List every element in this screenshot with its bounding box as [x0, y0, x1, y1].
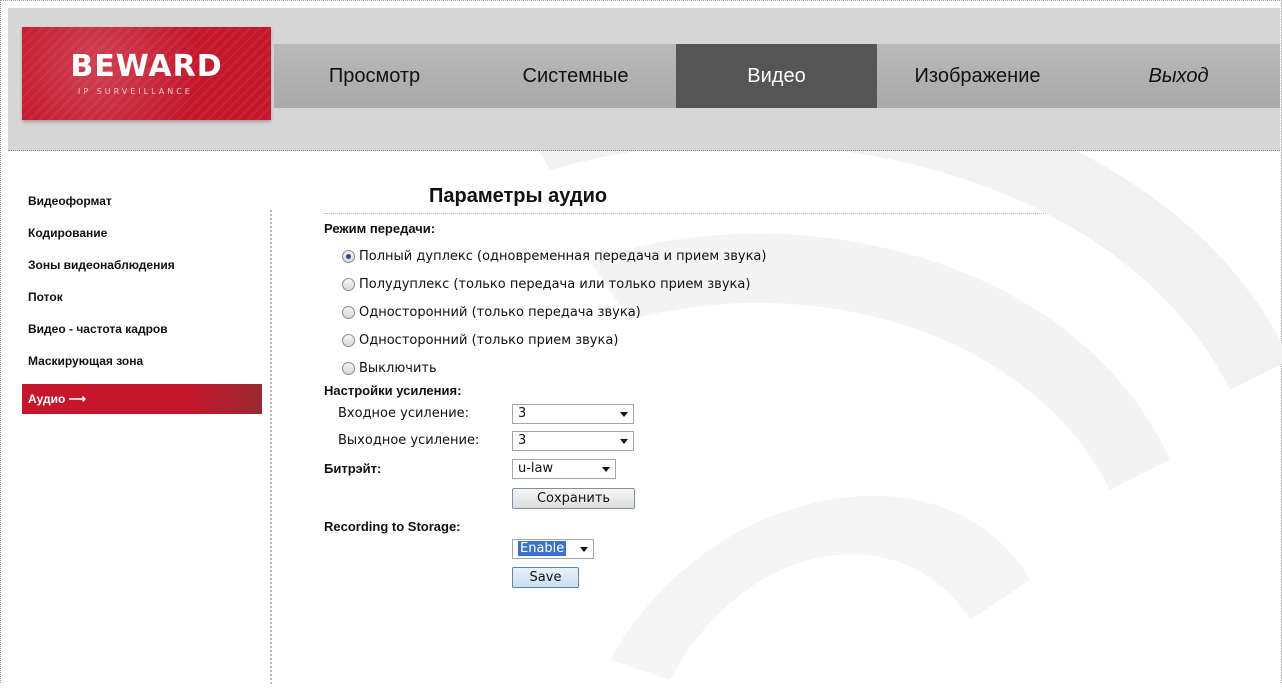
radio-off[interactable] [342, 361, 355, 375]
mode-option-label: Односторонний (только прием звука) [359, 332, 619, 348]
output-gain-select[interactable]: 3 [512, 431, 634, 451]
sidebar-item-framerate[interactable]: Видео - частота кадров [22, 318, 262, 350]
mode-option-label: Односторонний (только передача звука) [359, 304, 641, 320]
recording-label: Recording to Storage: [324, 519, 461, 534]
input-gain-select[interactable]: 3 [512, 404, 634, 424]
mode-option-simplex-send[interactable]: Односторонний (только передача звука) [342, 302, 641, 322]
mode-option-half-duplex[interactable]: Полудуплекс (только передача или только … [342, 274, 750, 294]
output-gain-label: Выходное усиление: [338, 433, 480, 448]
top-nav: Просмотр Системные Видео Изображение Вых… [274, 44, 1280, 108]
radio-full-duplex[interactable] [342, 249, 355, 263]
mode-option-full-duplex[interactable]: Полный дуплекс (одновременная передача и… [342, 246, 766, 266]
gain-label: Настройки усиления: [324, 383, 462, 398]
radio-simplex-receive[interactable] [342, 333, 355, 347]
chevron-down-icon [620, 412, 628, 417]
chevron-down-icon [620, 439, 628, 444]
sidebar-item-audio[interactable]: Аудио ⟶ [22, 384, 262, 414]
nav-logout[interactable]: Выход [1078, 44, 1279, 108]
bitrate-value: u-law [518, 461, 554, 476]
nav-view[interactable]: Просмотр [274, 44, 475, 108]
logo-text: BEWARD [70, 49, 223, 84]
nav-system[interactable]: Системные [475, 44, 676, 108]
save-recording-button[interactable]: Save [512, 567, 579, 588]
title-divider [324, 213, 1046, 214]
bitrate-select[interactable]: u-law [512, 459, 616, 479]
input-gain-label: Входное усиление: [338, 406, 470, 421]
mode-label: Режим передачи: [324, 221, 436, 236]
radio-half-duplex[interactable] [342, 277, 355, 291]
mode-option-label: Полудуплекс (только передача или только … [359, 276, 751, 292]
input-gain-value: 3 [518, 406, 527, 421]
sidebar-item-videoformat[interactable]: Видеоформат [22, 190, 262, 222]
sidebar-item-stream[interactable]: Поток [22, 286, 262, 318]
bitrate-label: Битрэйт: [324, 461, 382, 476]
sidebar-divider [270, 210, 272, 684]
chevron-down-icon [602, 467, 610, 472]
sidebar: Видеоформат Кодирование Зоны видеонаблюд… [22, 190, 262, 414]
mode-option-simplex-receive[interactable]: Односторонний (только прием звука) [342, 330, 618, 350]
nav-video[interactable]: Видео [676, 44, 877, 108]
chevron-down-icon [580, 547, 588, 552]
logo-subtitle: IP SURVEILLANCE [78, 87, 193, 96]
recording-select[interactable]: Enable [512, 539, 594, 559]
save-audio-button[interactable]: Сохранить [512, 488, 635, 509]
radio-simplex-send[interactable] [342, 305, 355, 319]
beward-logo[interactable]: BEWARD IP SURVEILLANCE [22, 27, 271, 120]
nav-image[interactable]: Изображение [877, 44, 1078, 108]
recording-value: Enable [518, 541, 567, 556]
mode-option-label: Выключить [359, 360, 437, 376]
mode-option-off[interactable]: Выключить [342, 358, 437, 378]
sidebar-item-surveillance-zones[interactable]: Зоны видеонаблюдения [22, 254, 262, 286]
output-gain-value: 3 [518, 433, 527, 448]
page-title: Параметры аудио [429, 185, 608, 207]
header: BEWARD IP SURVEILLANCE Просмотр Системны… [8, 8, 1280, 151]
mode-option-label: Полный дуплекс (одновременная передача и… [359, 248, 767, 264]
sidebar-item-encoding[interactable]: Кодирование [22, 222, 262, 254]
sidebar-item-mask-zone[interactable]: Маскирующая зона [22, 350, 262, 382]
